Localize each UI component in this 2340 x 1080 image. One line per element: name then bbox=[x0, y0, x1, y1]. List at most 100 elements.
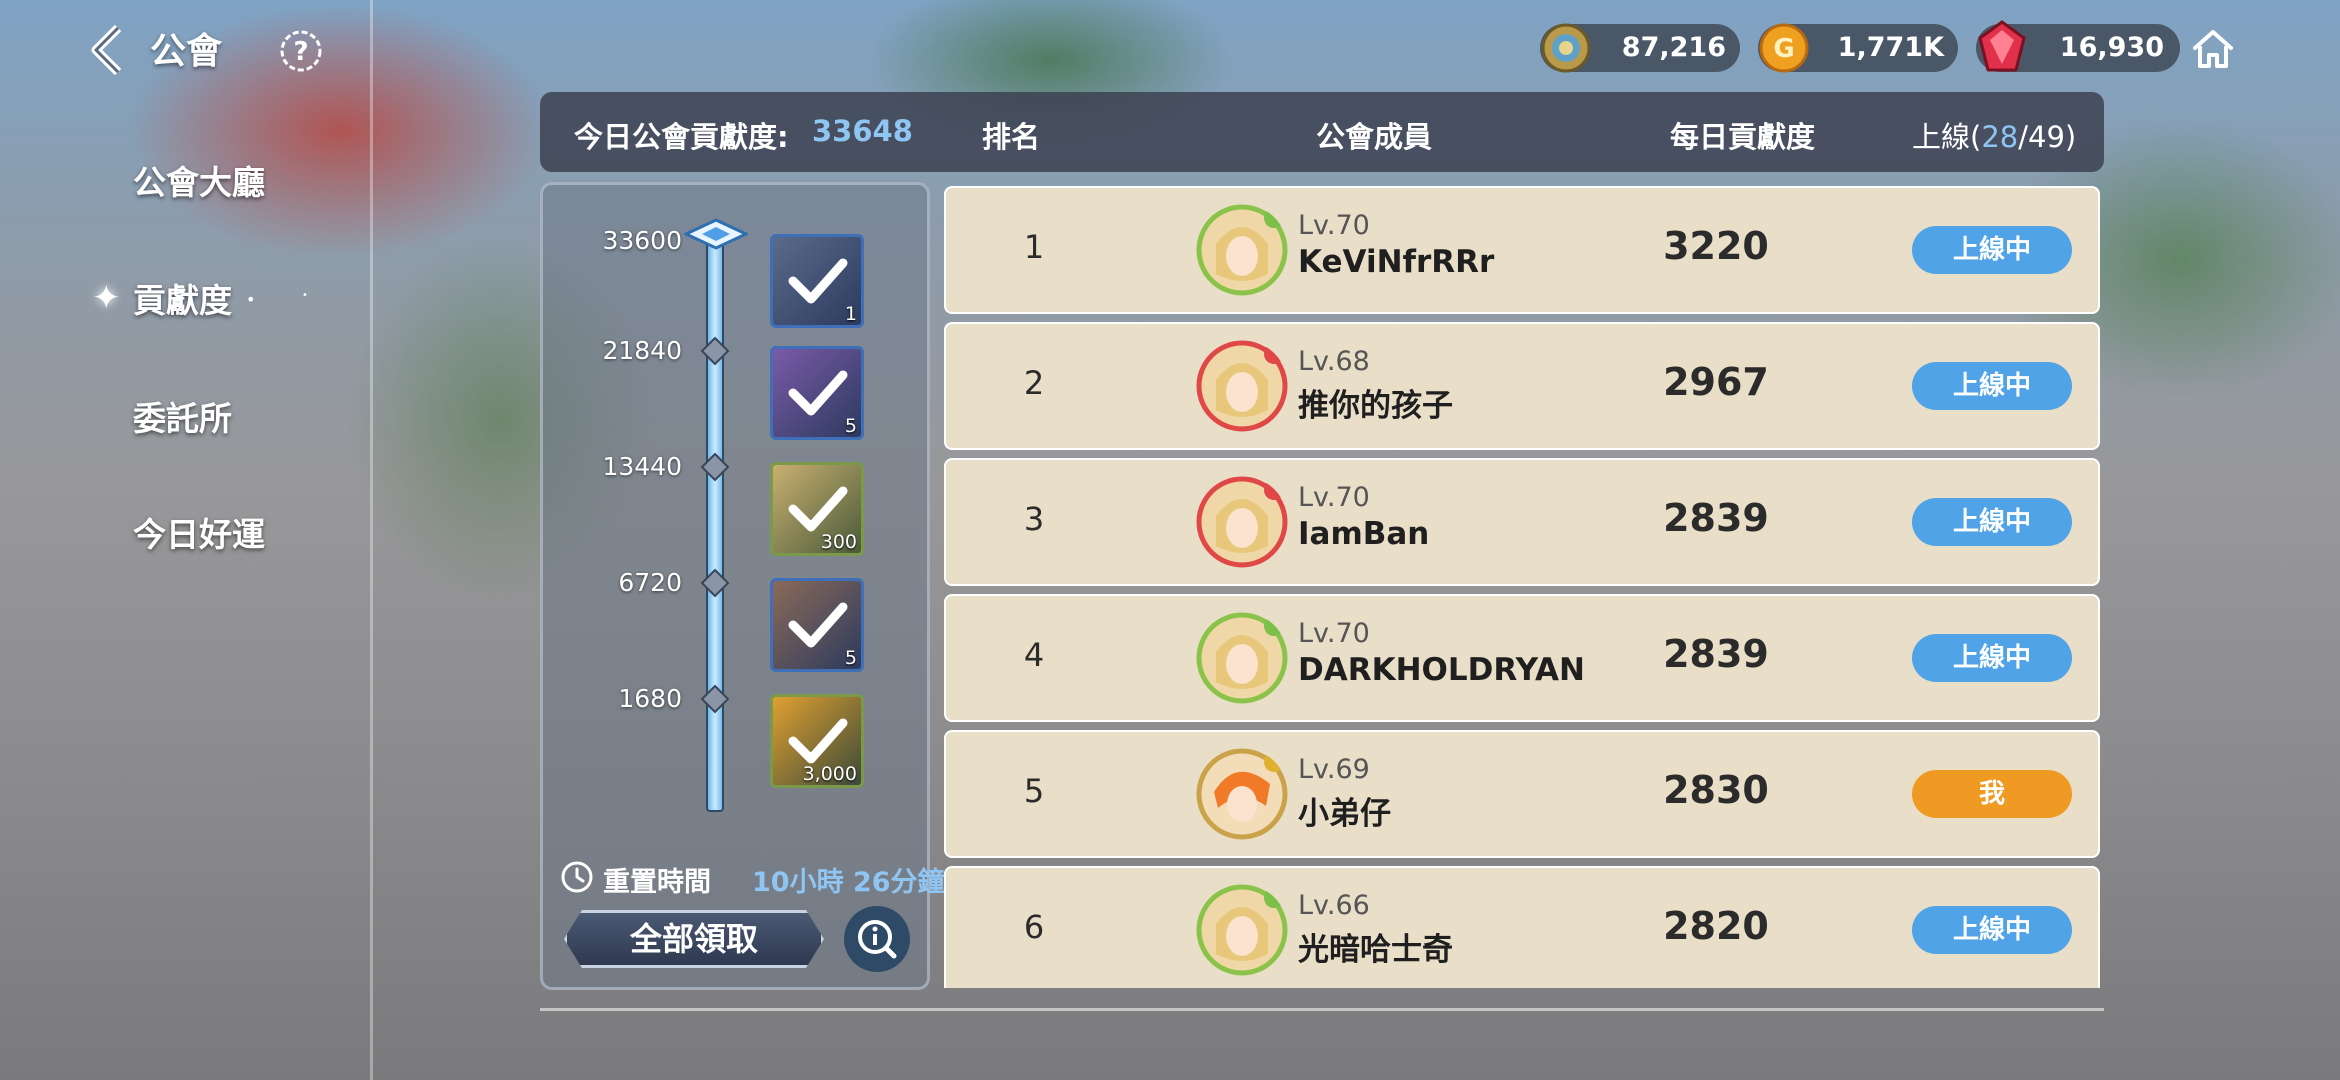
sidebar-item-contribution[interactable]: 貢獻度 bbox=[133, 274, 232, 322]
currency-medal-value: 87,216 bbox=[1621, 32, 1726, 63]
status-badge: 上線中 bbox=[1912, 906, 2072, 954]
page-title: 公會 bbox=[150, 31, 223, 72]
milestone-value: 1680 bbox=[618, 684, 682, 713]
svg-text:?: ? bbox=[293, 37, 308, 67]
reward-quantity: 3,000 bbox=[802, 763, 857, 785]
column-member: 公會成員 bbox=[1316, 120, 1433, 154]
member-avatar[interactable] bbox=[1196, 476, 1288, 568]
currency-gold: G 1,771K bbox=[1758, 23, 1958, 73]
member-avatar[interactable] bbox=[1196, 884, 1288, 976]
member-rank: 4 bbox=[1023, 636, 1045, 674]
reward-slot[interactable]: 1 bbox=[770, 234, 864, 328]
reward-quantity: 5 bbox=[844, 415, 857, 437]
sparkle-icon: • bbox=[302, 290, 308, 301]
help-icon[interactable]: ? bbox=[278, 28, 324, 74]
self-badge: 我 bbox=[1912, 770, 2072, 818]
sidebar-item-commission[interactable]: 委託所 bbox=[133, 392, 232, 440]
member-name: 小弟仔 bbox=[1298, 796, 1391, 832]
bottom-divider bbox=[540, 1008, 2104, 1011]
checkmark-icon bbox=[788, 718, 848, 764]
member-avatar[interactable] bbox=[1196, 748, 1288, 840]
member-contribution: 2839 bbox=[1663, 496, 1769, 540]
milestone-marker-icon bbox=[700, 452, 730, 482]
sidebar-item-daily-luck[interactable]: 今日好運 bbox=[133, 508, 265, 556]
member-level: Lv.69 bbox=[1298, 754, 1370, 785]
reward-slot[interactable]: 300 bbox=[770, 462, 864, 556]
active-star-icon: ✦ bbox=[92, 278, 121, 318]
red-gem-icon bbox=[1978, 20, 2026, 72]
checkmark-icon bbox=[788, 370, 848, 416]
member-row[interactable]: 6 Lv.66 光暗哈士奇 2820 上線中 bbox=[944, 866, 2100, 988]
member-avatar[interactable] bbox=[1196, 612, 1288, 704]
member-row[interactable]: 1 Lv.70 KeViNfrRRr 3220 上線中 bbox=[944, 186, 2100, 314]
reward-quantity: 5 bbox=[844, 647, 857, 669]
column-rank: 排名 bbox=[982, 120, 1041, 154]
gold-coin-icon: G bbox=[1759, 23, 1809, 73]
today-contribution-value: 33648 bbox=[812, 114, 913, 148]
member-avatar[interactable] bbox=[1196, 204, 1288, 296]
online-current: 28 bbox=[1981, 120, 2019, 154]
clock-icon bbox=[561, 861, 593, 893]
milestone-value: 21840 bbox=[602, 336, 682, 365]
today-contribution-label: 今日公會貢獻度: bbox=[574, 120, 789, 154]
member-level: Lv.68 bbox=[1298, 346, 1370, 377]
member-level: Lv.70 bbox=[1298, 482, 1370, 513]
member-avatar[interactable] bbox=[1196, 340, 1288, 432]
sidebar-item-guild-hall[interactable]: 公會大廳 bbox=[133, 156, 265, 204]
milestone-marker-icon bbox=[700, 568, 730, 598]
milestone-value: 13440 bbox=[602, 452, 682, 481]
claim-all-button[interactable]: 全部領取 bbox=[564, 910, 824, 968]
checkmark-icon bbox=[788, 258, 848, 304]
member-row[interactable]: 3 Lv.70 IamBan 2839 上線中 bbox=[944, 458, 2100, 586]
member-contribution: 2839 bbox=[1663, 632, 1769, 676]
svg-text:G: G bbox=[1773, 34, 1794, 64]
checkmark-icon bbox=[788, 602, 848, 648]
reward-quantity: 1 bbox=[844, 303, 857, 325]
member-contribution: 2967 bbox=[1663, 360, 1769, 404]
member-level: Lv.70 bbox=[1298, 618, 1370, 649]
gold-medal-icon bbox=[1541, 23, 1591, 73]
member-contribution: 2830 bbox=[1663, 768, 1769, 812]
online-count: 上線(28/49) bbox=[1912, 114, 2076, 156]
status-badge: 上線中 bbox=[1912, 226, 2072, 274]
member-row-self[interactable]: 5 Lv.69 小弟仔 2830 我 bbox=[944, 730, 2100, 858]
currency-medal: 87,216 bbox=[1540, 23, 1740, 73]
member-list[interactable]: 1 Lv.70 KeViNfrRRr 3220 上線中 2 Lv.68 推你的孩… bbox=[940, 182, 2104, 988]
status-badge: 上線中 bbox=[1912, 498, 2072, 546]
member-name: DARKHOLDRYAN bbox=[1298, 652, 1585, 688]
online-prefix: 上線( bbox=[1912, 120, 1982, 154]
member-rank: 5 bbox=[1023, 772, 1045, 810]
sparkle-icon: • bbox=[246, 290, 256, 309]
member-level: Lv.70 bbox=[1298, 210, 1370, 241]
reward-slot[interactable]: 3,000 bbox=[770, 694, 864, 788]
online-total: /49) bbox=[2018, 120, 2077, 154]
member-rank: 3 bbox=[1023, 500, 1045, 538]
milestone-value: 6720 bbox=[618, 568, 682, 597]
member-level: Lv.66 bbox=[1298, 890, 1370, 921]
member-rank: 2 bbox=[1023, 364, 1045, 402]
reset-time-value: 10小時 26分鐘 bbox=[752, 867, 945, 898]
member-contribution: 2820 bbox=[1663, 904, 1769, 948]
reset-time-label: 重置時間 bbox=[603, 867, 711, 898]
milestone-marker-icon bbox=[700, 684, 730, 714]
progress-track bbox=[706, 232, 724, 812]
home-icon[interactable] bbox=[2190, 26, 2236, 72]
status-badge: 上線中 bbox=[1912, 634, 2072, 682]
member-name: KeViNfrRRr bbox=[1298, 244, 1495, 280]
member-row[interactable]: 2 Lv.68 推你的孩子 2967 上線中 bbox=[944, 322, 2100, 450]
status-badge: 上線中 bbox=[1912, 362, 2072, 410]
member-row[interactable]: 4 Lv.70 DARKHOLDRYAN 2839 上線中 bbox=[944, 594, 2100, 722]
member-rank: 1 bbox=[1023, 228, 1045, 266]
currency-gem: 16,930 bbox=[1976, 20, 2180, 72]
back-arrow-icon[interactable] bbox=[86, 22, 132, 78]
reward-slot[interactable]: 5 bbox=[770, 346, 864, 440]
progress-cap-icon bbox=[684, 218, 748, 250]
member-contribution: 3220 bbox=[1663, 224, 1769, 268]
member-rank: 6 bbox=[1023, 908, 1045, 946]
reward-quantity: 300 bbox=[820, 531, 857, 553]
reward-slot[interactable]: 5 bbox=[770, 578, 864, 672]
milestone-value: 33600 bbox=[602, 226, 682, 255]
info-search-icon[interactable] bbox=[844, 906, 910, 972]
member-name: IamBan bbox=[1298, 516, 1430, 552]
member-name: 光暗哈士奇 bbox=[1298, 932, 1453, 968]
